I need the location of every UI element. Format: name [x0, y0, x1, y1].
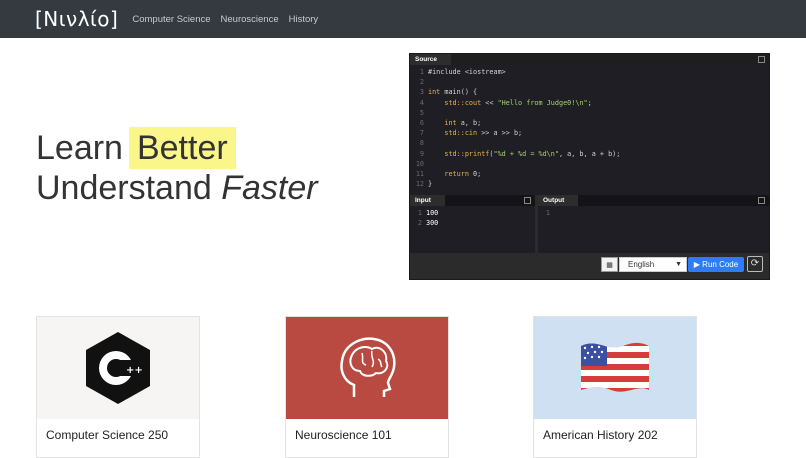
us-flag-icon: [581, 342, 649, 392]
keyboard-icon[interactable]: ▦: [601, 257, 618, 272]
hero-understand: Understand: [36, 169, 212, 207]
code-line-text: int a, b;: [444, 118, 482, 127]
code-line-text: std::cin >> a >> b;: [444, 129, 523, 138]
navbar: [Νινλίο] Computer Science Neuroscience H…: [0, 0, 806, 38]
line-number: 1: [419, 68, 424, 76]
input-line-text: 100: [426, 209, 439, 217]
line-number: 8: [419, 139, 424, 148]
code-line-text: #include <iostream>: [428, 68, 506, 76]
cpp-logo-icon: ++: [86, 332, 150, 404]
input-line-text: 300: [426, 219, 439, 227]
output-header: Output: [538, 195, 769, 206]
output-editor[interactable]: 1: [538, 206, 769, 218]
code-line-text: }: [428, 180, 433, 189]
brain-head-icon: [340, 337, 396, 397]
source-editor[interactable]: 1 #include <iostream> 2 3 int main() {4 std:…: [410, 65, 769, 195]
course-title: Neuroscience 101: [295, 428, 392, 442]
output-line: 1: [538, 208, 769, 218]
code-line-text: std::printf("%d + %d = %d\n", a, b, a + …: [444, 149, 621, 158]
line-number: 1: [545, 209, 550, 217]
course-title: Computer Science 250: [46, 428, 169, 442]
code-line-text: std::cout << "Hello from Judge0!\n";: [444, 98, 592, 107]
line-number: 3: [419, 88, 424, 97]
course-image-flag: [534, 317, 696, 419]
line-number: 4: [419, 98, 424, 107]
language-select-value: English: [628, 260, 655, 269]
code-line-text: return 0;: [444, 169, 482, 178]
line-number: 11: [415, 169, 424, 178]
course-card-neuroscience[interactable]: Neuroscience 101: [285, 316, 449, 458]
hero-line-1: Learn Better: [36, 127, 318, 169]
editor-toolbar: ▦ English ▼ ▶ Run Code ⟳: [410, 253, 769, 279]
io-panels: Input 1 100 2 300 Output 1: [410, 195, 769, 253]
code-editor-widget: Source 1 #include <iostream> 2 3 int main() …: [409, 53, 770, 280]
line-number: 2: [419, 78, 424, 87]
code-line: 4 std::cout << "Hello from Judge0!\n";: [410, 98, 769, 108]
maximize-icon[interactable]: [758, 197, 765, 204]
hero-learn: Learn: [36, 129, 123, 167]
nav-link-history[interactable]: History: [289, 14, 319, 25]
code-line: 3 int main() {: [410, 87, 769, 97]
line-number: 1: [417, 209, 422, 217]
course-card-computer-science[interactable]: ++ Computer Science 250: [36, 316, 200, 458]
code-line: 10: [410, 159, 769, 169]
language-select[interactable]: English ▼: [619, 257, 687, 272]
input-header: Input: [410, 195, 535, 206]
line-number: 12: [415, 180, 424, 189]
source-header: Source: [410, 54, 769, 65]
input-line: 1 100: [410, 208, 535, 218]
course-image-brain: [286, 317, 448, 419]
line-number: 9: [419, 149, 424, 158]
code-line: 8: [410, 138, 769, 148]
code-line: 11 return 0;: [410, 169, 769, 179]
input-line: 2 300: [410, 218, 535, 228]
nav-link-neuroscience[interactable]: Neuroscience: [221, 14, 279, 25]
play-icon: ▶: [693, 260, 700, 269]
maximize-icon[interactable]: [758, 56, 765, 63]
hero-heading: Learn Better Understand Faster: [36, 127, 318, 208]
nav-link-computer-science[interactable]: Computer Science: [132, 14, 210, 25]
line-number: 7: [419, 129, 424, 138]
output-tab[interactable]: Output: [538, 195, 579, 206]
refresh-icon[interactable]: ⟳: [747, 256, 763, 272]
line-number: 6: [419, 118, 424, 127]
code-line: 7 std::cin >> a >> b;: [410, 128, 769, 138]
maximize-icon[interactable]: [524, 197, 531, 204]
course-title: American History 202: [543, 428, 658, 442]
code-line: 12}: [410, 179, 769, 189]
code-line: 1 #include <iostream>: [410, 67, 769, 77]
input-editor[interactable]: 1 100 2 300: [410, 206, 535, 228]
input-pane: Input 1 100 2 300: [410, 195, 538, 253]
chevron-down-icon: ▼: [675, 261, 682, 268]
hero-line-2: Understand Faster: [36, 168, 318, 208]
brand-logo[interactable]: [Νινλίο]: [35, 7, 118, 31]
output-pane: Output 1: [538, 195, 769, 253]
code-line-text: int main() {: [428, 88, 478, 97]
run-code-label: Run Code: [702, 260, 739, 269]
line-number: 10: [415, 159, 424, 168]
svg-text:++: ++: [126, 365, 143, 376]
code-line: 2: [410, 77, 769, 87]
line-number: 5: [419, 108, 424, 117]
course-card-history[interactable]: American History 202: [533, 316, 697, 458]
run-code-button[interactable]: ▶ Run Code: [688, 257, 744, 272]
code-line: 9 std::printf("%d + %d = %d\n", a, b, a …: [410, 149, 769, 159]
code-line: 6 int a, b;: [410, 118, 769, 128]
code-line: 5: [410, 108, 769, 118]
source-tab[interactable]: Source: [410, 54, 452, 65]
hero-faster: Faster: [221, 169, 318, 207]
course-image-cpp: ++: [37, 317, 199, 419]
hero-highlight: Better: [128, 127, 236, 169]
line-number: 2: [417, 219, 422, 227]
input-tab[interactable]: Input: [410, 195, 445, 206]
